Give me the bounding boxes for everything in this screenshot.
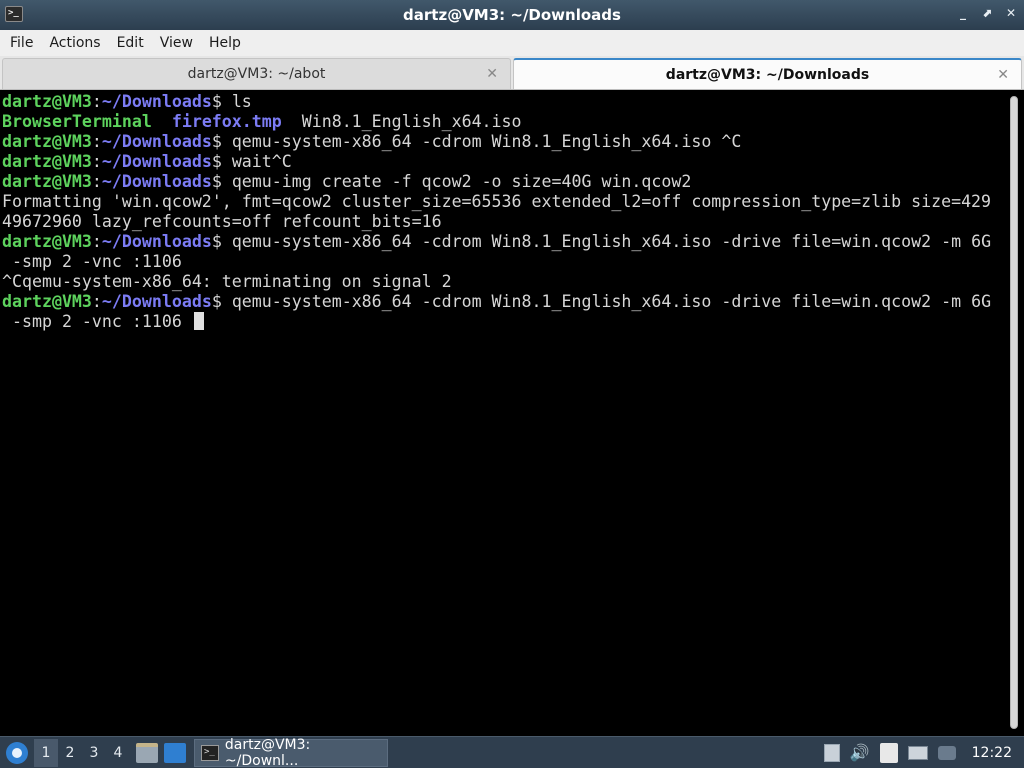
terminal-line: -smp 2 -vnc :1106	[2, 252, 1002, 272]
terminal-icon: >_	[201, 744, 219, 761]
terminal-line: Formatting 'win.qcow2', fmt=qcow2 cluste…	[2, 192, 1002, 212]
tab-label: dartz@VM3: ~/abot	[187, 66, 326, 82]
ls-entry-file: Win8.1_English_x64.iso	[301, 112, 522, 131]
command-text: wait^C	[231, 152, 292, 171]
terminal-line: dartz@VM3:~/Downloads$ qemu-system-x86_6…	[2, 292, 1002, 312]
command-text: qemu-img create -f qcow2 -o size=40G win…	[231, 172, 692, 191]
menu-bar: File Actions Edit View Help	[0, 30, 1024, 56]
prompt-sep: :	[91, 132, 102, 151]
window-controls: _ ⬈ ✕	[956, 6, 1018, 20]
maximize-button[interactable]: ⬈	[980, 6, 994, 20]
terminal-line: -smp 2 -vnc :1106	[2, 312, 1002, 332]
network-icon[interactable]	[907, 745, 928, 760]
terminal-line: dartz@VM3:~/Downloads$ qemu-system-x86_6…	[2, 232, 1002, 252]
clock[interactable]: 12:22	[972, 745, 1012, 761]
workspace-1[interactable]: 1	[34, 738, 58, 767]
output-text: Formatting 'win.qcow2', fmt=qcow2 cluste…	[2, 192, 992, 211]
minimize-button[interactable]: _	[956, 6, 970, 20]
terminal-line: dartz@VM3:~/Downloads$ ls	[2, 92, 1002, 112]
tab-downloads[interactable]: dartz@VM3: ~/Downloads ✕	[513, 58, 1022, 89]
taskbar: 1 2 3 4 >_ dartz@VM3: ~/Downl... 🔊 12:22	[0, 736, 1024, 768]
prompt-symbol: $	[211, 132, 232, 151]
tab-close-icon[interactable]: ✕	[486, 66, 498, 82]
task-label: dartz@VM3: ~/Downl...	[224, 736, 311, 768]
prompt-user: dartz@VM3	[2, 132, 92, 151]
window-titlebar[interactable]: >_ dartz@VM3: ~/Downloads _ ⬈ ✕	[0, 0, 1024, 30]
menu-edit[interactable]: Edit	[109, 35, 152, 51]
command-text: qemu-system-x86_64 -cdrom Win8.1_English…	[231, 132, 742, 151]
tab-label: dartz@VM3: ~/Downloads	[665, 66, 870, 83]
prompt-user: dartz@VM3	[2, 232, 92, 251]
output-text: 49672960 lazy_refcounts=off refcount_bit…	[2, 212, 442, 231]
command-text: qemu-system-x86_64 -cdrom Win8.1_English…	[231, 292, 992, 311]
prompt-path: ~/Downloads	[101, 292, 212, 311]
terminal-line: dartz@VM3:~/Downloads$ qemu-img create -…	[2, 172, 1002, 192]
menu-view[interactable]: View	[152, 35, 201, 51]
terminal-scrollbar[interactable]	[1010, 96, 1018, 729]
output-text: -smp 2 -vnc :1106	[2, 252, 182, 271]
menu-file[interactable]: File	[2, 35, 41, 51]
command-text: ls	[231, 92, 252, 111]
prompt-user: dartz@VM3	[2, 92, 92, 111]
prompt-user: dartz@VM3	[2, 152, 92, 171]
window-title: dartz@VM3: ~/Downloads	[403, 6, 621, 24]
terminal-line: ^Cqemu-system-x86_64: terminating on sig…	[2, 272, 1002, 292]
tab-close-icon[interactable]: ✕	[997, 67, 1009, 83]
terminal-output: dartz@VM3:~/Downloads$ ls BrowserTerminal…	[2, 92, 1002, 332]
terminal-line: dartz@VM3:~/Downloads$ qemu-system-x86_6…	[2, 132, 1002, 152]
file-manager-icon[interactable]	[136, 742, 158, 763]
show-desktop-icon[interactable]	[164, 742, 186, 763]
terminal-line: 49672960 lazy_refcounts=off refcount_bit…	[2, 212, 1002, 232]
prompt-sep: :	[91, 152, 102, 171]
close-button[interactable]: ✕	[1004, 6, 1018, 20]
output-text: ^Cqemu-system-x86_64: terminating on sig…	[2, 272, 452, 291]
prompt-path: ~/Downloads	[101, 132, 212, 151]
start-menu-icon[interactable]	[6, 741, 28, 764]
workspace-switcher: 1 2 3 4	[34, 738, 130, 767]
prompt-sep: :	[91, 292, 102, 311]
prompt-sep: :	[91, 92, 102, 111]
ls-gap	[282, 112, 302, 131]
workspace-3[interactable]: 3	[82, 739, 106, 767]
terminal-app-icon[interactable]: >_	[5, 6, 23, 22]
prompt-symbol: $	[211, 172, 232, 191]
prompt-symbol: $	[211, 152, 232, 171]
workspace-2[interactable]: 2	[58, 739, 82, 767]
terminal-line: BrowserTerminal firefox.tmp Win8.1_Engli…	[2, 112, 1002, 132]
ls-entry-directory: firefox.tmp	[171, 112, 282, 131]
prompt-path: ~/Downloads	[101, 232, 212, 251]
terminal-view[interactable]: dartz@VM3:~/Downloads$ ls BrowserTerminal…	[0, 91, 1024, 736]
system-tray: 🔊 12:22	[823, 742, 1024, 763]
output-text: -smp 2 -vnc :1106	[2, 312, 192, 331]
prompt-path: ~/Downloads	[101, 152, 212, 171]
menu-help[interactable]: Help	[201, 35, 249, 51]
update-icon[interactable]	[937, 745, 956, 760]
tab-abot[interactable]: dartz@VM3: ~/abot ✕	[2, 58, 511, 89]
prompt-sep: :	[91, 172, 102, 191]
ls-gap	[152, 112, 172, 131]
prompt-path: ~/Downloads	[101, 172, 212, 191]
prompt-user: dartz@VM3	[2, 172, 92, 191]
menu-actions[interactable]: Actions	[41, 35, 108, 51]
terminal-cursor	[193, 312, 204, 330]
prompt-symbol: $	[211, 232, 232, 251]
prompt-sep: :	[91, 232, 102, 251]
volume-icon[interactable]: 🔊	[850, 743, 870, 762]
ls-entry-executable: BrowserTerminal	[2, 112, 152, 131]
command-text: qemu-system-x86_64 -cdrom Win8.1_English…	[231, 232, 992, 251]
taskbar-task-terminal[interactable]: >_ dartz@VM3: ~/Downl...	[194, 736, 388, 768]
workspace-4[interactable]: 4	[106, 739, 130, 767]
tab-bar: dartz@VM3: ~/abot ✕ dartz@VM3: ~/Downloa…	[0, 56, 1024, 90]
prompt-symbol: $	[211, 92, 232, 111]
terminal-line: dartz@VM3:~/Downloads$ wait^C	[2, 152, 1002, 172]
prompt-path: ~/Downloads	[101, 92, 212, 111]
clipboard-icon[interactable]	[879, 742, 898, 763]
prompt-symbol: $	[211, 292, 232, 311]
prompt-user: dartz@VM3	[2, 292, 92, 311]
download-icon[interactable]	[823, 743, 840, 762]
